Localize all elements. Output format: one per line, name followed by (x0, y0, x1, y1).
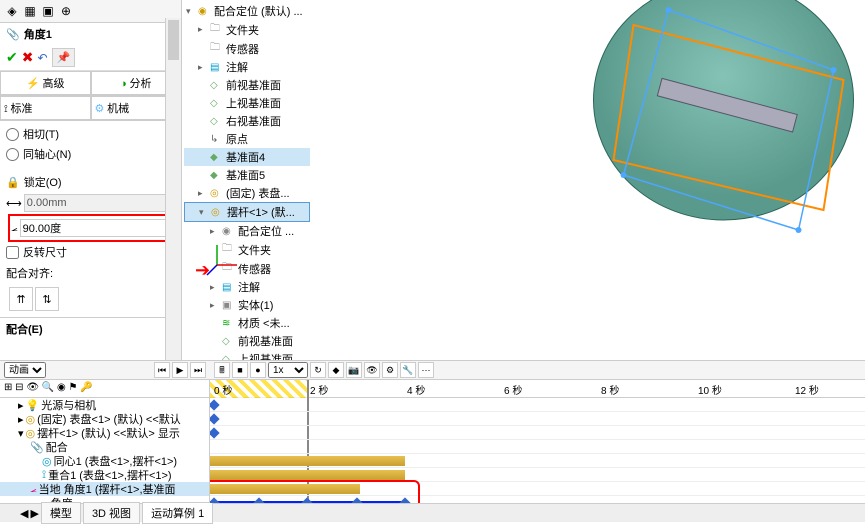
anim-play-button[interactable]: ▶ (172, 362, 188, 378)
anim-mode-select[interactable]: 动画 (4, 362, 46, 378)
cam-button[interactable]: 📷 (346, 362, 362, 378)
align-aligned-button[interactable]: ⇈ (9, 287, 33, 311)
subtab-standard[interactable]: ⟟ 标准 (0, 96, 91, 120)
calc-button[interactable]: 🖩 (214, 362, 230, 378)
cancel-button[interactable]: ✖ (22, 49, 34, 66)
loop-button[interactable]: ↻ (310, 362, 326, 378)
bottom-tab-motion[interactable]: 运动算例 1 (142, 502, 213, 524)
undo-button[interactable]: ↶ (37, 51, 47, 65)
concentric-radio[interactable] (6, 148, 19, 161)
mate-icon: 📎 (6, 28, 20, 41)
angle-input[interactable] (20, 219, 168, 237)
feature-name: 角度1 (24, 26, 52, 42)
tab-advanced[interactable]: ⚡ 高级 (0, 71, 91, 95)
timeline-tree[interactable]: ⊞ ⊟ 👁 🔍 ◉ ⚑ 🔑 ▸💡光源与相机 ▸◎(固定) 表盘<1> (默认) … (0, 380, 210, 503)
mates-section-header[interactable]: 配合(E) ˅ (0, 317, 181, 340)
anim-end-button[interactable]: ⏭ (190, 362, 206, 378)
timeline-tracks[interactable]: 0 秒 2 秒 4 秒 6 秒 8 秒 10 秒 12 秒 (210, 380, 865, 503)
tab-nav-next[interactable]: ▶ (30, 507, 38, 520)
align-anti-button[interactable]: ⇅ (35, 287, 59, 311)
key-button[interactable]: ◆ (328, 362, 344, 378)
flip-checkbox[interactable] (6, 246, 19, 259)
bottom-tab-3dview[interactable]: 3D 视图 (83, 502, 140, 524)
ok-button[interactable]: ✔ (6, 49, 18, 66)
tab-nav-prev[interactable]: ◀ (20, 507, 28, 520)
tab-config-icon[interactable]: ▦ (22, 3, 38, 19)
anim-start-button[interactable]: ⏮ (154, 362, 170, 378)
feature-tree[interactable]: ▾◉配合定位 (默认) ... ▸🗀文件夹 🗀传感器 ▸▤注解 ◇前视基准面 ◇… (182, 0, 312, 360)
bottom-tab-model[interactable]: 模型 (41, 502, 81, 524)
lock-icon: 🔒 (6, 176, 20, 189)
stop-button[interactable]: ■ (232, 362, 248, 378)
distance-icon: ⟷ (6, 197, 22, 210)
speed-select[interactable]: 1x (268, 362, 308, 378)
more-button[interactable]: ⋯ (418, 362, 434, 378)
angle-icon: ⦟ (11, 222, 18, 235)
opposite-radio[interactable] (6, 128, 19, 141)
tab-display-icon[interactable]: ▣ (40, 3, 56, 19)
left-scrollbar[interactable] (168, 20, 179, 60)
distance-input[interactable] (24, 194, 172, 212)
wrench-button[interactable]: 🔧 (400, 362, 416, 378)
push-pin-button[interactable]: 📌 (52, 48, 76, 67)
tab-assembly-icon[interactable]: ◈ (4, 3, 20, 19)
rec-button[interactable]: ● (250, 362, 266, 378)
alignment-label: 配合对齐: (6, 262, 175, 284)
view-button[interactable]: 👁 (364, 362, 380, 378)
3d-viewport[interactable]: Y X (312, 0, 865, 360)
tab-target-icon[interactable]: ⊕ (58, 3, 74, 19)
gear-button[interactable]: ⚙ (382, 362, 398, 378)
